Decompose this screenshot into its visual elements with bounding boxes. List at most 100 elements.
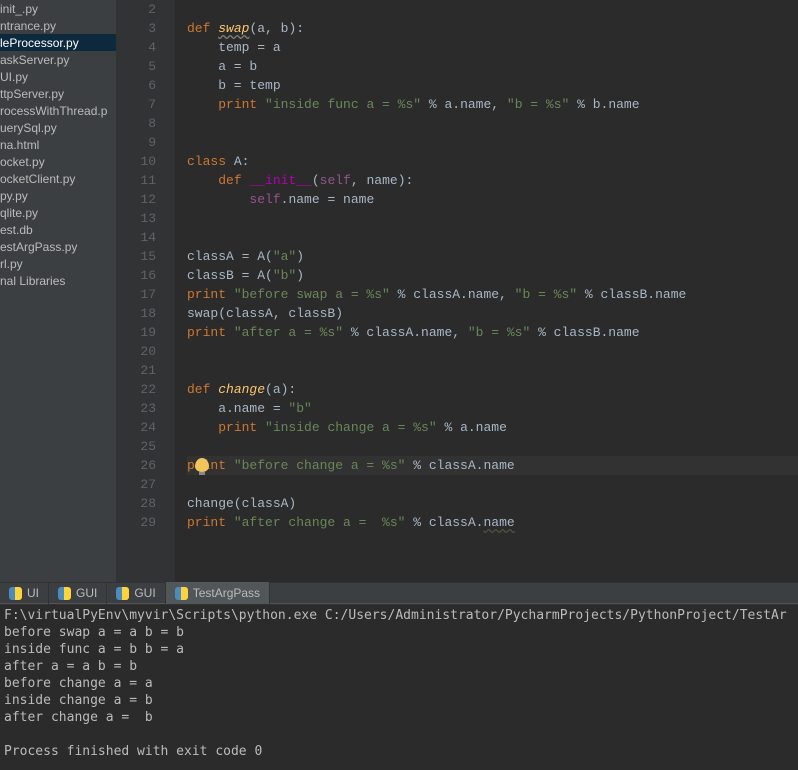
line-number: 20 (117, 342, 156, 361)
file-item[interactable]: est.db (0, 221, 116, 238)
code-token: name (483, 515, 514, 530)
code-token: ) (296, 268, 304, 283)
code-line[interactable] (187, 342, 798, 361)
code-line[interactable]: self.name = name (187, 190, 798, 209)
line-number: 13 (117, 209, 156, 228)
file-item[interactable]: nal Libraries (0, 272, 116, 289)
code-line[interactable]: a.name = "b" (187, 399, 798, 418)
code-line[interactable]: print "inside change a = %s" % a.name (187, 418, 798, 437)
code-token: self (320, 173, 351, 188)
run-tab[interactable]: TestArgPass (166, 582, 270, 604)
run-tab[interactable]: UI (0, 582, 49, 604)
run-tool-tabs[interactable]: UIGUIGUITestArgPass (0, 582, 798, 604)
line-number: 19 (117, 323, 156, 342)
code-line[interactable]: print "after a = %s" % classA.name, "b =… (187, 323, 798, 342)
file-item[interactable]: UI.py (0, 68, 116, 85)
line-number: 21 (117, 361, 156, 380)
code-token: b = temp (187, 78, 281, 93)
file-item[interactable]: rl.py (0, 255, 116, 272)
line-number: 15 (117, 247, 156, 266)
line-number: 16 (117, 266, 156, 285)
code-token: % classA.name, (390, 287, 515, 302)
code-token: , name): (351, 173, 413, 188)
python-icon (9, 587, 22, 600)
code-line[interactable] (187, 133, 798, 152)
line-number: 22 (117, 380, 156, 399)
line-number: 10 (117, 152, 156, 171)
code-line[interactable] (187, 209, 798, 228)
intention-bulb-icon[interactable] (195, 458, 209, 472)
line-number: 27 (117, 475, 156, 494)
code-token: % classA. (405, 515, 483, 530)
code-area[interactable]: def swap(a, b): temp = a a = b b = temp … (175, 0, 798, 582)
code-line[interactable]: b = temp (187, 76, 798, 95)
line-number: 14 (117, 228, 156, 247)
code-line[interactable]: change(classA) (187, 494, 798, 513)
code-token: (a): (265, 382, 296, 397)
code-token: % classB.name (577, 287, 686, 302)
project-file-tree[interactable]: init_.pyntrance.pyleProcessor.pyaskServe… (0, 0, 117, 582)
code-line[interactable] (187, 0, 798, 19)
file-item[interactable]: ttpServer.py (0, 85, 116, 102)
code-token (187, 173, 218, 188)
file-item[interactable]: askServer.py (0, 51, 116, 68)
run-tab[interactable]: GUI (107, 582, 165, 604)
code-line[interactable]: print "inside func a = %s" % a.name, "b … (187, 95, 798, 114)
python-icon (58, 587, 71, 600)
line-number: 8 (117, 114, 156, 133)
code-line[interactable]: def __init__(self, name): (187, 171, 798, 190)
code-editor[interactable]: 2345678910111213141516171819202122232425… (117, 0, 798, 582)
python-icon (116, 587, 129, 600)
code-line[interactable]: a = b (187, 57, 798, 76)
code-token: a = b (187, 59, 257, 74)
code-token (187, 420, 218, 435)
python-icon (175, 587, 188, 600)
file-item[interactable]: qlite.py (0, 204, 116, 221)
line-number: 28 (117, 494, 156, 513)
code-token: A: (234, 154, 250, 169)
code-line[interactable]: def change(a): (187, 380, 798, 399)
code-token: "b" (273, 268, 296, 283)
code-token: % b.name (569, 97, 639, 112)
file-item[interactable]: estArgPass.py (0, 238, 116, 255)
code-line[interactable]: print "after change a = %s" % classA.nam… (187, 513, 798, 532)
code-line[interactable]: print "before change a = %s" % classA.na… (187, 456, 798, 475)
code-token: classB = A( (187, 268, 273, 283)
code-token: "b = %s" (468, 325, 530, 340)
file-item[interactable]: ocketClient.py (0, 170, 116, 187)
code-line[interactable] (187, 361, 798, 380)
code-token: % classA.name (405, 458, 514, 473)
code-line[interactable]: def swap(a, b): (187, 19, 798, 38)
file-item[interactable]: na.html (0, 136, 116, 153)
file-item[interactable]: py.py (0, 187, 116, 204)
code-line[interactable] (187, 228, 798, 247)
code-line[interactable] (187, 475, 798, 494)
code-line[interactable]: temp = a (187, 38, 798, 57)
code-line[interactable]: classB = A("b") (187, 266, 798, 285)
code-line[interactable]: swap(classA, classB) (187, 304, 798, 323)
file-item[interactable]: rocessWithThread.p (0, 102, 116, 119)
file-item[interactable]: ntrance.py (0, 17, 116, 34)
line-number: 25 (117, 437, 156, 456)
line-number: 4 (117, 38, 156, 57)
code-line[interactable] (187, 437, 798, 456)
run-tab[interactable]: GUI (49, 582, 107, 604)
code-token: print (187, 325, 234, 340)
file-item[interactable]: init_.py (0, 0, 116, 17)
code-token: "b" (288, 401, 311, 416)
code-token: def (218, 173, 249, 188)
file-item[interactable]: leProcessor.py (0, 34, 116, 51)
code-line[interactable]: print "before swap a = %s" % classA.name… (187, 285, 798, 304)
code-line[interactable]: class A: (187, 152, 798, 171)
file-item[interactable]: ocket.py (0, 153, 116, 170)
run-tab-label: TestArgPass (193, 586, 260, 600)
line-number: 26 (117, 456, 156, 475)
code-token: "before change a = %s" (234, 458, 406, 473)
run-console-output[interactable]: F:\virtualPyEnv\myvir\Scripts\python.exe… (0, 604, 798, 770)
line-number: 6 (117, 76, 156, 95)
code-token: print (218, 97, 265, 112)
file-item[interactable]: uerySql.py (0, 119, 116, 136)
code-token: a.name = (187, 401, 288, 416)
code-line[interactable] (187, 114, 798, 133)
code-line[interactable]: classA = A("a") (187, 247, 798, 266)
